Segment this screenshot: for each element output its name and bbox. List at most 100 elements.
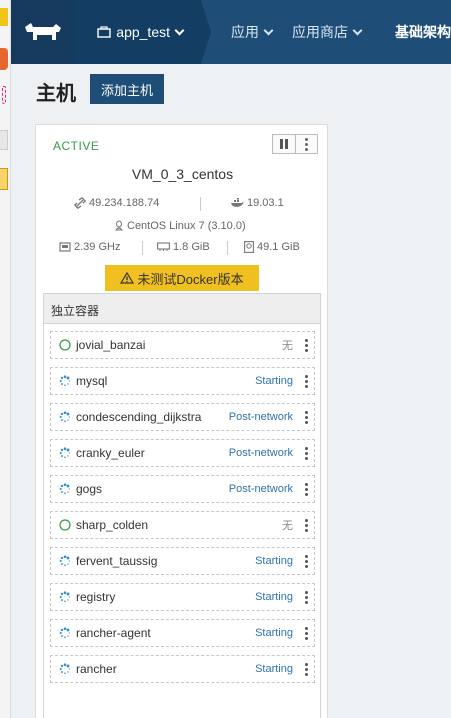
- kebab-dot: [304, 631, 308, 635]
- kebab-dot: [304, 379, 308, 383]
- container-status: 无: [282, 340, 293, 352]
- edge-item[interactable]: [0, 168, 8, 190]
- host-memory: 1.8 GiB: [157, 241, 210, 253]
- kebab-dot: [304, 626, 308, 630]
- link-icon: [74, 197, 86, 209]
- container-menu-kebab-icon[interactable]: [301, 374, 311, 388]
- container-menu-kebab-icon[interactable]: [301, 410, 311, 424]
- container-row[interactable]: rancher-agent Starting: [50, 619, 315, 647]
- disk-icon: [244, 241, 254, 253]
- container-name[interactable]: fervent_taussig: [76, 554, 255, 568]
- environment-selector[interactable]: app_test: [75, 0, 211, 64]
- kebab-dot: [304, 338, 308, 342]
- nav-item-infrastructure[interactable]: 基础架构: [395, 22, 451, 42]
- nav-item-catalog[interactable]: 应用商店: [292, 22, 363, 42]
- host-os-value: CentOS Linux 7 (3.10.0): [127, 220, 246, 232]
- warning-label: 未测试Docker版本: [137, 271, 244, 287]
- container-row[interactable]: condescending_dijkstra Post-network: [50, 403, 315, 431]
- host-name: VM_0_3_centos: [131, 166, 234, 182]
- container-name[interactable]: cranky_euler: [76, 446, 229, 460]
- circle-outline-icon: [59, 519, 71, 531]
- chevron-down-icon: [352, 25, 363, 35]
- environment-name: app_test: [116, 24, 170, 40]
- kebab-dot: [304, 420, 308, 424]
- container-status: Starting: [255, 663, 293, 675]
- spinner-icon: [59, 447, 70, 459]
- docker-version: 19.03.1: [230, 197, 284, 209]
- container-row[interactable]: mysql Starting: [50, 367, 315, 395]
- edge-item[interactable]: [0, 8, 8, 26]
- page-title: 主机: [36, 83, 76, 105]
- container-name[interactable]: rancher: [76, 662, 255, 676]
- container-menu-kebab-icon[interactable]: [301, 590, 311, 604]
- container-menu-kebab-icon[interactable]: [301, 518, 311, 532]
- container-status: Starting: [255, 375, 293, 387]
- nav-label: 应用商店: [292, 24, 348, 40]
- docker-version-value: 19.03.1: [247, 197, 284, 209]
- container-name[interactable]: jovial_banzai: [76, 338, 282, 352]
- container-status: Starting: [255, 591, 293, 603]
- container-row[interactable]: gogs Post-network: [50, 475, 315, 503]
- host-card: ACTIVE VM_0_3_centos 49.234.188.74 19.03…: [35, 124, 328, 718]
- nav-label: 基础架构: [395, 24, 451, 40]
- circle-outline-icon: [59, 339, 71, 351]
- container-row[interactable]: cranky_euler Post-network: [50, 439, 315, 467]
- container-name[interactable]: mysql: [76, 374, 255, 388]
- host-cpu-value: 2.39 GHz: [74, 241, 121, 253]
- kebab-dot: [304, 528, 308, 532]
- container-menu-kebab-icon[interactable]: [301, 338, 311, 352]
- nav-label: 应用: [231, 24, 259, 40]
- pause-button[interactable]: [272, 134, 296, 154]
- container-name[interactable]: rancher-agent: [76, 626, 255, 640]
- container-menu-kebab-icon[interactable]: [301, 446, 311, 460]
- edge-item[interactable]: [0, 130, 8, 150]
- spinner-icon: [59, 663, 70, 675]
- container-status: Starting: [255, 627, 293, 639]
- container-row[interactable]: sharp_colden 无: [50, 511, 315, 539]
- container-row[interactable]: registry Starting: [50, 583, 315, 611]
- linux-icon: [114, 220, 124, 231]
- container-row[interactable]: fervent_taussig Starting: [50, 547, 315, 575]
- kebab-dot: [304, 451, 308, 455]
- kebab-dot: [304, 590, 308, 594]
- kebab-dot: [304, 374, 308, 378]
- spinner-icon: [59, 375, 70, 387]
- container-status: Post-network: [228, 411, 293, 423]
- container-name[interactable]: condescending_dijkstra: [76, 410, 229, 424]
- kebab-dot: [304, 446, 308, 450]
- container-status: 无: [282, 520, 293, 532]
- kebab-dot: [304, 672, 308, 676]
- edge-item[interactable]: [2, 86, 6, 104]
- container-row[interactable]: jovial_banzai 无: [50, 331, 315, 359]
- pause-icon: [280, 139, 283, 149]
- kebab-dot: [304, 523, 308, 527]
- kebab-dot: [304, 595, 308, 599]
- edge-item[interactable]: [0, 48, 8, 70]
- container-row[interactable]: rancher Starting: [50, 655, 315, 683]
- host-menu-button[interactable]: [296, 134, 318, 154]
- nav-item-apps[interactable]: 应用: [231, 22, 274, 42]
- container-name[interactable]: sharp_colden: [76, 518, 282, 532]
- spinner-icon: [59, 591, 70, 603]
- host-memory-value: 1.8 GiB: [173, 241, 210, 253]
- host-disk-value: 49.1 GiB: [257, 241, 300, 253]
- container-menu-kebab-icon[interactable]: [301, 554, 311, 568]
- kebab-dot: [304, 667, 308, 671]
- left-edge-toolbar: [0, 0, 11, 718]
- divider: [227, 241, 228, 255]
- container-menu-kebab-icon[interactable]: [301, 662, 311, 676]
- container-status: Post-network: [228, 483, 293, 495]
- host-state-badge: ACTIVE: [53, 139, 100, 153]
- add-host-button[interactable]: 添加主机: [90, 74, 164, 104]
- memory-icon: [157, 242, 170, 251]
- container-menu-kebab-icon[interactable]: [301, 626, 311, 640]
- container-menu-kebab-icon[interactable]: [301, 482, 311, 496]
- rancher-logo[interactable]: [11, 0, 76, 64]
- container-name[interactable]: gogs: [76, 482, 229, 496]
- container-name[interactable]: registry: [76, 590, 255, 604]
- divider: [200, 197, 201, 211]
- docker-version-warning[interactable]: 未测试Docker版本: [105, 265, 259, 291]
- container-list: jovial_banzai 无 mysql Starting condescending…: [44, 324, 320, 718]
- kebab-dot: [304, 492, 308, 496]
- container-status: Post-network: [228, 447, 293, 459]
